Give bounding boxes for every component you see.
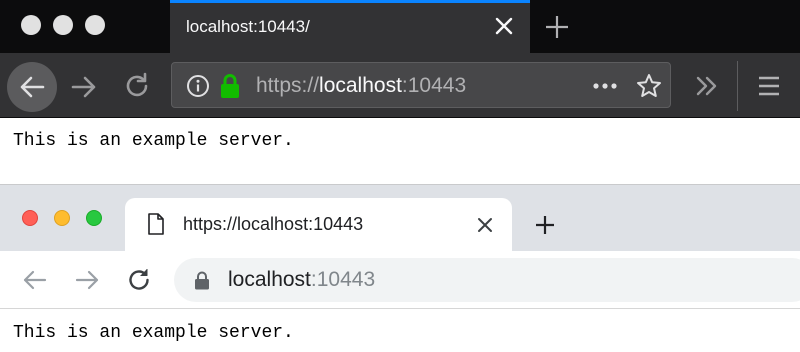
omnibox[interactable]: localhost:10443	[174, 258, 800, 302]
url-host: localhost	[228, 268, 311, 291]
firefox-tab-bar: localhost:10443/	[0, 0, 800, 53]
reload-icon[interactable]	[123, 72, 151, 100]
firefox-nav-toolbar: https://localhost:10443	[0, 53, 800, 118]
window-minimize-dot[interactable]	[54, 210, 70, 226]
back-arrow-icon[interactable]	[18, 73, 46, 101]
url-text: localhost:10443	[228, 268, 375, 292]
url-bar[interactable]: https://localhost:10443	[171, 62, 671, 108]
back-arrow-icon[interactable]	[22, 267, 48, 293]
forward-arrow-icon[interactable]	[74, 267, 100, 293]
window-maximize-dot[interactable]	[85, 15, 105, 35]
chrome-active-tab[interactable]: https://localhost:10443	[125, 198, 512, 251]
url-port: :10443	[310, 268, 376, 291]
toolbar-separator	[737, 61, 738, 111]
page-body-text: This is an example server.	[13, 131, 294, 151]
firefox-window: localhost:10443/ https://localhost:10443…	[0, 0, 800, 184]
info-icon[interactable]	[186, 74, 210, 98]
chrome-window: https://localhost:10443 localhost:10443	[0, 185, 800, 352]
firefox-active-tab[interactable]: localhost:10443/	[170, 0, 530, 53]
plus-icon[interactable]	[543, 13, 571, 41]
tab-title: https://localhost:10443	[183, 214, 364, 234]
window-close-dot[interactable]	[21, 15, 41, 35]
plus-icon[interactable]	[534, 214, 556, 236]
close-icon[interactable]	[475, 215, 495, 235]
close-icon[interactable]	[493, 15, 515, 37]
chrome-tab-bar: https://localhost:10443	[0, 185, 800, 251]
chrome-page-content: This is an example server.	[0, 310, 800, 352]
tab-title: localhost:10443/	[186, 17, 310, 36]
firefox-page-content: This is an example server.	[0, 119, 800, 184]
tab-accent-line	[170, 0, 530, 3]
window-minimize-dot[interactable]	[53, 15, 73, 35]
page-icon	[148, 213, 164, 235]
more-icon[interactable]	[592, 75, 618, 97]
reload-icon[interactable]	[126, 267, 152, 293]
lock-icon[interactable]	[194, 271, 210, 290]
window-maximize-dot[interactable]	[86, 210, 102, 226]
page-body-text: This is an example server.	[13, 323, 294, 343]
url-scheme: https://	[256, 74, 320, 97]
overflow-icon[interactable]	[694, 73, 720, 99]
menu-icon[interactable]	[757, 74, 781, 98]
chrome-nav-toolbar: localhost:10443	[0, 251, 800, 309]
forward-arrow-icon[interactable]	[70, 73, 98, 101]
window-close-dot[interactable]	[22, 210, 38, 226]
url-host: localhost	[319, 74, 402, 97]
lock-icon[interactable]	[219, 73, 241, 99]
url-port: :10443	[401, 74, 467, 97]
url-text: https://localhost:10443	[256, 74, 466, 98]
star-icon[interactable]	[636, 73, 662, 99]
